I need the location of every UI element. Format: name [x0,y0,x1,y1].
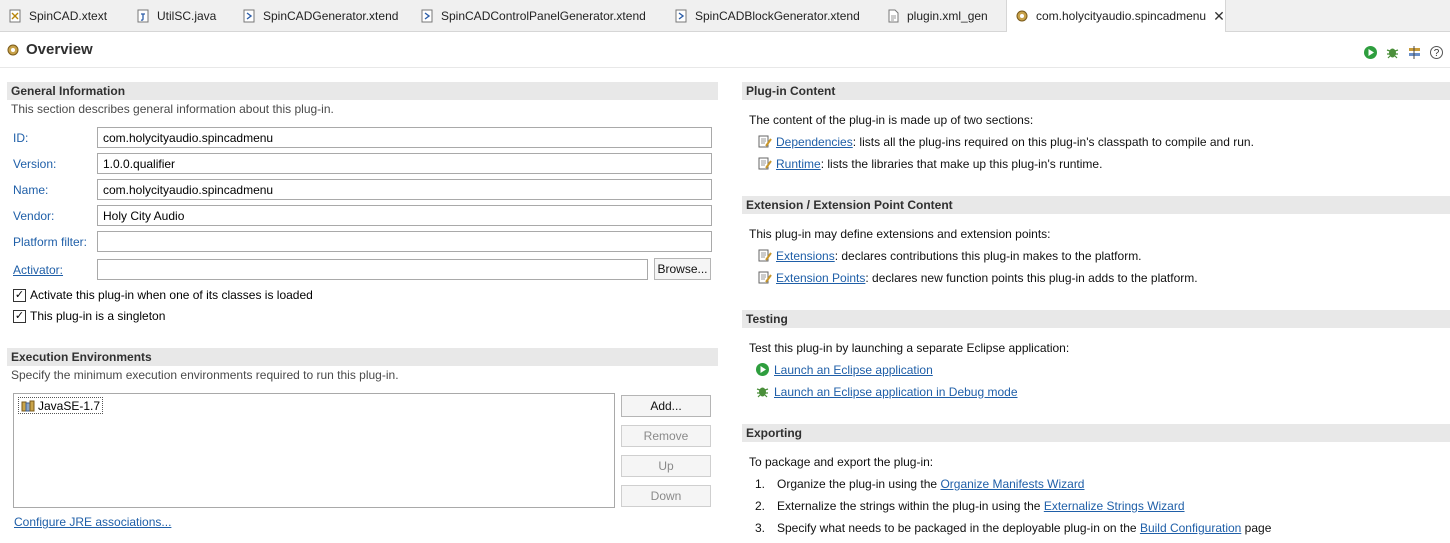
checkbox-checked[interactable]: ✓ [13,288,26,302]
extensions-row: Extensions: declares contributions this … [757,248,1142,263]
export-step-3: 3. Specify what needs to be packaged in t… [755,521,1272,535]
plugin-manifest-icon [7,44,19,56]
page-edit-icon [758,249,772,262]
editor-tab-bar: SpinCAD.xtext UtilSC.java SpinCADGenerat… [0,0,1450,32]
xtext-file-icon [9,9,21,22]
singleton-checkbox[interactable]: ✓ This plug-in is a singleton [13,309,165,323]
page-edit-icon [758,135,772,148]
section-testing: Testing [742,310,1450,328]
vendor-label: Vendor: [13,209,55,223]
section-description: Specify the minimum execution environmen… [11,368,399,382]
tab-label: UtilSC.java [157,8,217,23]
tab-spincad-xtext[interactable]: SpinCAD.xtext [0,0,128,31]
page-edit-icon [758,271,772,284]
organize-manifests-link[interactable]: Organize Manifests Wizard [940,477,1084,491]
debug-icon[interactable] [1385,45,1400,60]
help-icon[interactable]: ? [1429,45,1444,60]
section-description: The content of the plug-in is made up of… [749,113,1034,127]
runtime-link[interactable]: Runtime [776,157,821,171]
library-icon [21,400,35,411]
section-exporting: Exporting [742,424,1450,442]
tab-com-holycityaudio-spincadmenu[interactable]: com.holycityaudio.spincadmenu ✕ [1006,0,1226,32]
export-step-1: 1. Organize the plug-in using the Organiz… [755,477,1085,491]
externalize-strings-link[interactable]: Externalize Strings Wizard [1044,499,1185,513]
extension-points-link[interactable]: Extension Points [776,271,865,285]
section-extension-content: Extension / Extension Point Content [742,196,1450,214]
tab-spincadcontrolpanelgenerator-xtend[interactable]: SpinCADControlPanelGenerator.xtend [412,0,666,31]
export-step-2: 2. Externalize the strings within the plu… [755,499,1185,513]
name-field[interactable] [97,179,712,200]
checkbox-label: This plug-in is a singleton [30,309,166,323]
run-icon[interactable] [1363,45,1378,60]
activate-on-class-load-checkbox[interactable]: ✓ Activate this plug-in when one of its … [13,288,313,302]
tab-label: com.holycityaudio.spincadmenu [1036,9,1207,23]
file-icon [888,9,899,22]
id-field[interactable] [97,127,712,148]
page-edit-icon [758,157,772,170]
configure-jre-link[interactable]: Configure JRE associations... [14,515,171,529]
tab-label: SpinCADBlockGenerator.xtend [695,8,860,23]
browse-button[interactable]: Browse... [654,258,711,280]
section-general-information: General Information [7,82,718,100]
form-header: Overview ? [0,32,1450,68]
tab-utilsc-java[interactable]: UtilSC.java [128,0,234,31]
debug-icon [756,387,769,398]
close-icon[interactable]: ✕ [1213,8,1225,25]
vendor-field[interactable] [97,205,712,226]
platform-filter-label: Platform filter: [13,235,88,249]
version-field[interactable] [97,153,712,174]
header-toolbar: ? [1363,45,1444,60]
activator-link[interactable]: Activator: [13,263,63,277]
section-description: Test this plug-in by launching a separat… [749,341,1070,355]
extensions-link[interactable]: Extensions [776,249,835,263]
section-description: This section describes general informati… [11,102,334,116]
tab-spincadgenerator-xtend[interactable]: SpinCADGenerator.xtend [234,0,412,31]
xtend-file-icon [243,9,255,22]
clipped-content [0,536,640,543]
platform-filter-field[interactable] [97,231,712,252]
export-icon[interactable] [1407,45,1422,60]
tab-plugin-xml-gen[interactable]: plugin.xml_gen [878,0,1006,31]
up-button[interactable]: Up [621,455,711,477]
tab-label: plugin.xml_gen [907,8,988,23]
down-button[interactable]: Down [621,485,711,507]
launch-row: Launch an Eclipse application [755,362,933,377]
section-plugin-content: Plug-in Content [742,82,1450,100]
list-item-label: JavaSE-1.7 [38,398,101,413]
checkbox-label: Activate this plug-in when one of its cl… [30,288,313,302]
list-item[interactable]: JavaSE-1.7 [18,397,104,414]
add-button[interactable]: Add... [621,395,711,417]
launch-eclipse-link[interactable]: Launch an Eclipse application [774,363,933,377]
tab-label: SpinCADGenerator.xtend [263,8,399,23]
section-description: This plug-in may define extensions and e… [749,227,1051,241]
section-description: To package and export the plug-in: [749,455,934,469]
extension-points-row: Extension Points: declares new function … [757,270,1198,285]
page-title: Overview [26,41,93,58]
remove-button[interactable]: Remove [621,425,711,447]
debug-row: Launch an Eclipse application in Debug m… [755,384,1018,399]
build-configuration-link[interactable]: Build Configuration [1140,521,1241,535]
checkbox-checked[interactable]: ✓ [13,309,26,323]
dependencies-link[interactable]: Dependencies [776,135,853,149]
dependencies-row: Dependencies: lists all the plug-ins req… [757,134,1254,149]
tab-spincadblockgenerator-xtend[interactable]: SpinCADBlockGenerator.xtend [666,0,878,31]
execution-environments-list[interactable]: JavaSE-1.7 [13,393,615,508]
plugin-manifest-icon [1016,10,1028,22]
id-label: ID: [13,131,29,145]
version-label: Version: [13,157,57,171]
java-file-icon [137,9,149,22]
name-label: Name: [13,183,49,197]
svg-text:?: ? [1434,48,1440,59]
launch-debug-link[interactable]: Launch an Eclipse application in Debug m… [774,385,1018,399]
tab-label: SpinCAD.xtext [29,8,108,23]
activator-field[interactable] [97,259,648,280]
section-execution-environments: Execution Environments [7,348,718,366]
tab-label: SpinCADControlPanelGenerator.xtend [441,8,646,23]
xtend-file-icon [675,9,687,22]
run-icon [756,363,769,376]
runtime-row: Runtime: lists the libraries that make u… [757,156,1102,171]
xtend-file-icon [421,9,433,22]
